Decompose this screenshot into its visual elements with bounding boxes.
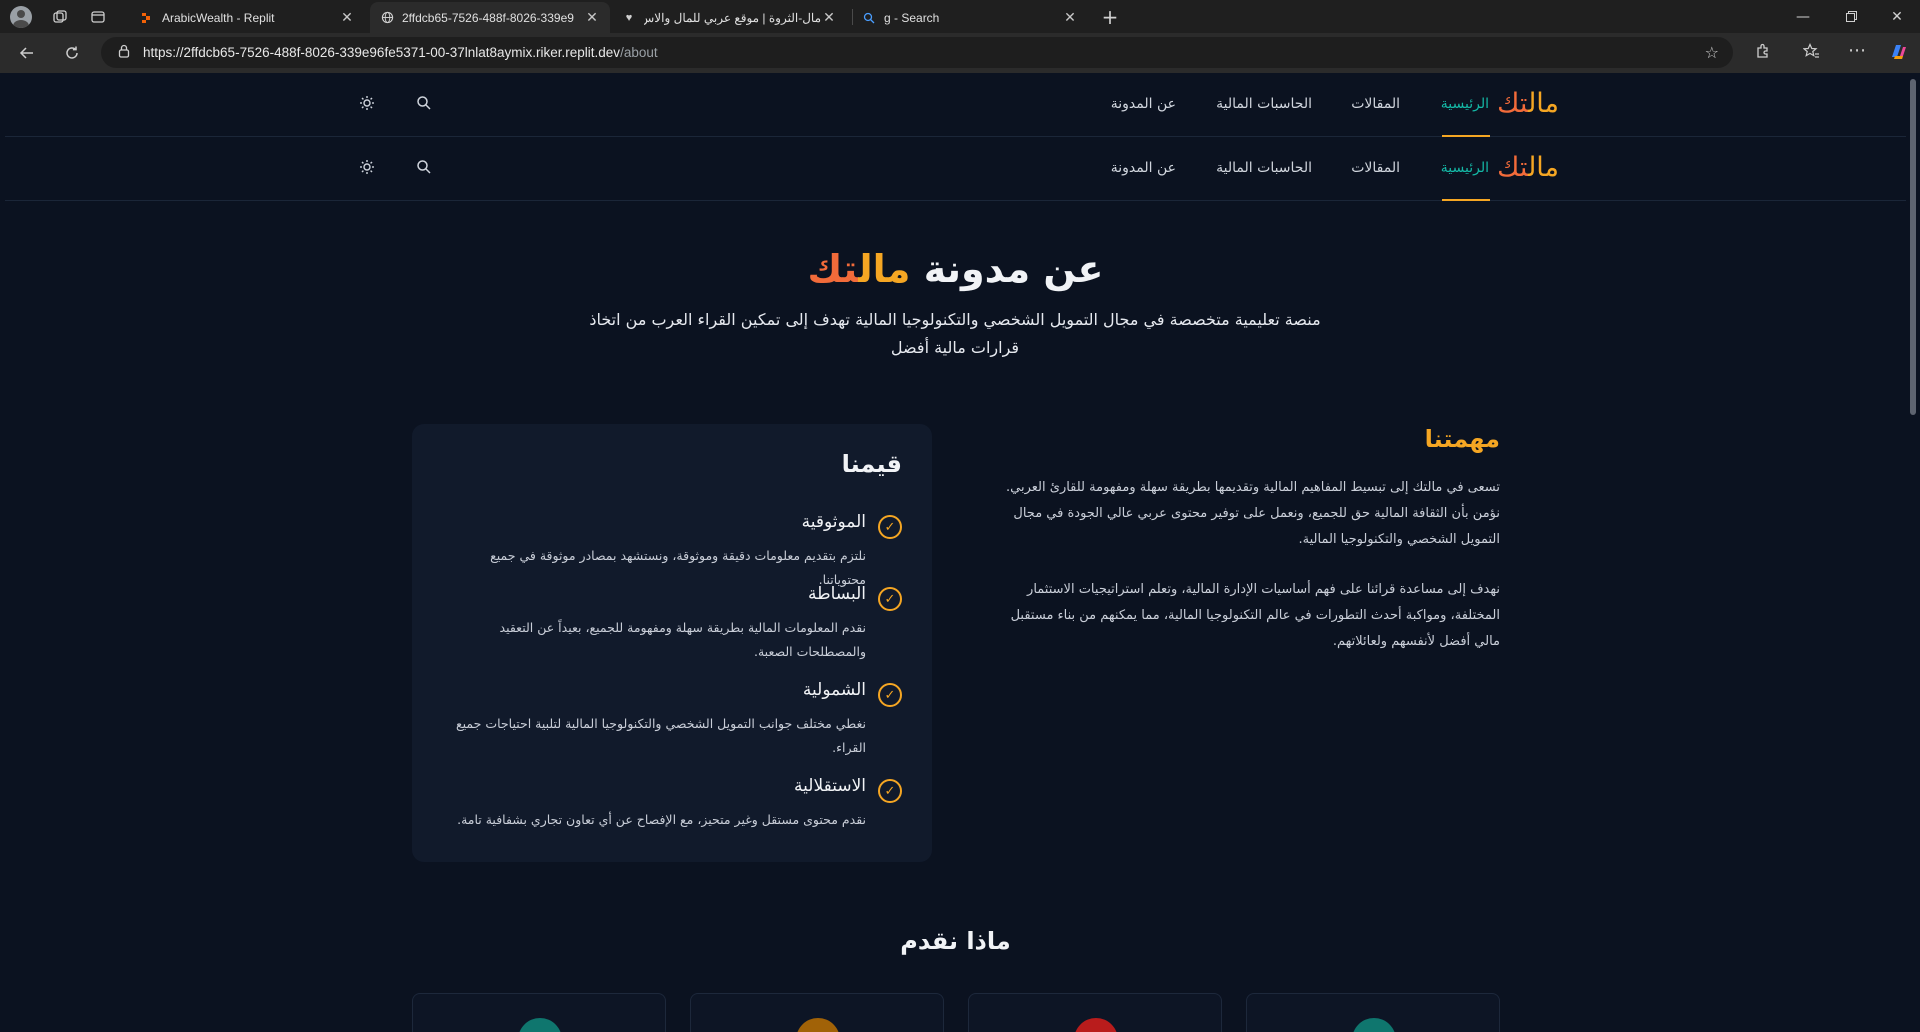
favorite-star-icon[interactable]: ☆ [1705,43,1719,62]
offer-icon [518,1018,562,1032]
mission-paragraph: تسعى في مالتك إلى تبسيط المفاهيم المالية… [1006,480,1500,547]
theme-toggle-sun-icon[interactable] [358,95,376,115]
heart-icon: ♥ [625,11,633,24]
tab-arabicwealth-replit[interactable]: ArabicWealth - Replit ✕ [130,2,365,33]
search-icon [862,11,876,25]
workspaces-icon[interactable] [50,7,70,27]
tab-about-page[interactable]: 2ffdcb65-7526-488f-8026-339e9 ✕ [370,2,610,33]
close-tab-icon[interactable]: ✕ [1062,9,1078,26]
minimize-button[interactable]: — [1780,0,1826,33]
tab-search[interactable]: g - Search ✕ [852,2,1088,33]
reload-icon[interactable] [62,43,82,63]
browser-toolbar: https://2ffdcb65-7526-488f-8026-339e96fe… [0,33,1920,73]
mission-heading: مهمتنا [1424,425,1500,453]
check-circle-icon: ✓ [878,683,902,707]
check-circle-icon: ✓ [878,587,902,611]
close-tab-icon[interactable]: ✕ [339,9,355,26]
tab-malthrwa[interactable]: ♥ مال-الثروة | موقع عربي للمال والاس ✕ [612,2,847,33]
page-scrollbar[interactable] [1906,73,1920,1032]
favorites-icon[interactable] [1802,43,1820,63]
address-bar[interactable]: https://2ffdcb65-7526-488f-8026-339e96fe… [101,37,1733,68]
nav-active-indicator [1442,199,1490,201]
nav-about[interactable]: عن المدونة [1111,96,1176,112]
globe-icon [380,11,394,25]
site-logo[interactable]: مالتك [1497,88,1559,119]
site-header-duplicate: مالتك الرئيسية المقالات الحاسبات المالية… [5,137,1906,201]
search-icon[interactable] [414,159,432,178]
search-icon[interactable] [414,95,432,114]
nav-calculators[interactable]: الحاسبات المالية [1216,96,1312,112]
nav-articles[interactable]: المقالات [1351,160,1400,176]
page-subtitle: منصة تعليمية متخصصة في مجال التمويل الشخ… [589,310,1321,357]
offer-card[interactable] [968,993,1222,1032]
site-logo[interactable]: مالتك [1497,152,1559,183]
site-header: مالتك الرئيسية المقالات الحاسبات المالية… [5,73,1906,137]
offer-icon [1352,1018,1396,1032]
values-card: قيمنا ✓ الموثوقية نلتزم بتقديم معلومات د… [412,424,932,862]
profile-avatar-icon[interactable] [10,5,32,28]
offer-card[interactable] [412,993,666,1032]
close-tab-icon[interactable]: ✕ [584,9,600,26]
check-circle-icon: ✓ [878,779,902,803]
extensions-icon[interactable] [1755,43,1771,63]
scrollbar-thumb[interactable] [1910,79,1916,415]
restore-button[interactable] [1828,0,1874,33]
nav-about[interactable]: عن المدونة [1111,160,1176,176]
replit-icon [140,11,154,25]
back-arrow-icon[interactable] [17,43,37,63]
nav-home[interactable]: الرئيسية [1441,160,1489,176]
offer-heading: ماذا نقدم [900,927,1011,955]
page-title: عن مدونة مالتك [807,247,1104,291]
close-tab-icon[interactable]: ✕ [821,9,837,26]
url-text: https://2ffdcb65-7526-488f-8026-339e96fe… [143,45,658,60]
theme-toggle-sun-icon[interactable] [358,159,376,179]
values-heading: قيمنا [841,450,902,478]
tab-actions-icon[interactable] [88,7,108,27]
nav-calculators[interactable]: الحاسبات المالية [1216,160,1312,176]
nav-home[interactable]: الرئيسية [1441,96,1489,112]
mission-paragraph: نهدف إلى مساعدة قرائنا على فهم أساسيات ا… [1010,582,1500,649]
offer-icon [1074,1018,1118,1032]
offer-card[interactable] [690,993,944,1032]
site-info-icon[interactable] [117,44,131,61]
browser-tabbar: ArabicWealth - Replit ✕ 2ffdcb65-7526-48… [0,0,1920,33]
nav-articles[interactable]: المقالات [1351,96,1400,112]
copilot-icon[interactable] [1888,42,1908,66]
offer-icon [796,1018,840,1032]
more-menu-icon[interactable]: ⋯ [1848,40,1866,61]
offer-card[interactable] [1246,993,1500,1032]
new-tab-button[interactable]: + [1098,5,1122,29]
close-window-button[interactable]: ✕ [1874,0,1920,33]
check-circle-icon: ✓ [878,515,902,539]
web-page: مالتك الرئيسية المقالات الحاسبات المالية… [5,73,1906,1032]
